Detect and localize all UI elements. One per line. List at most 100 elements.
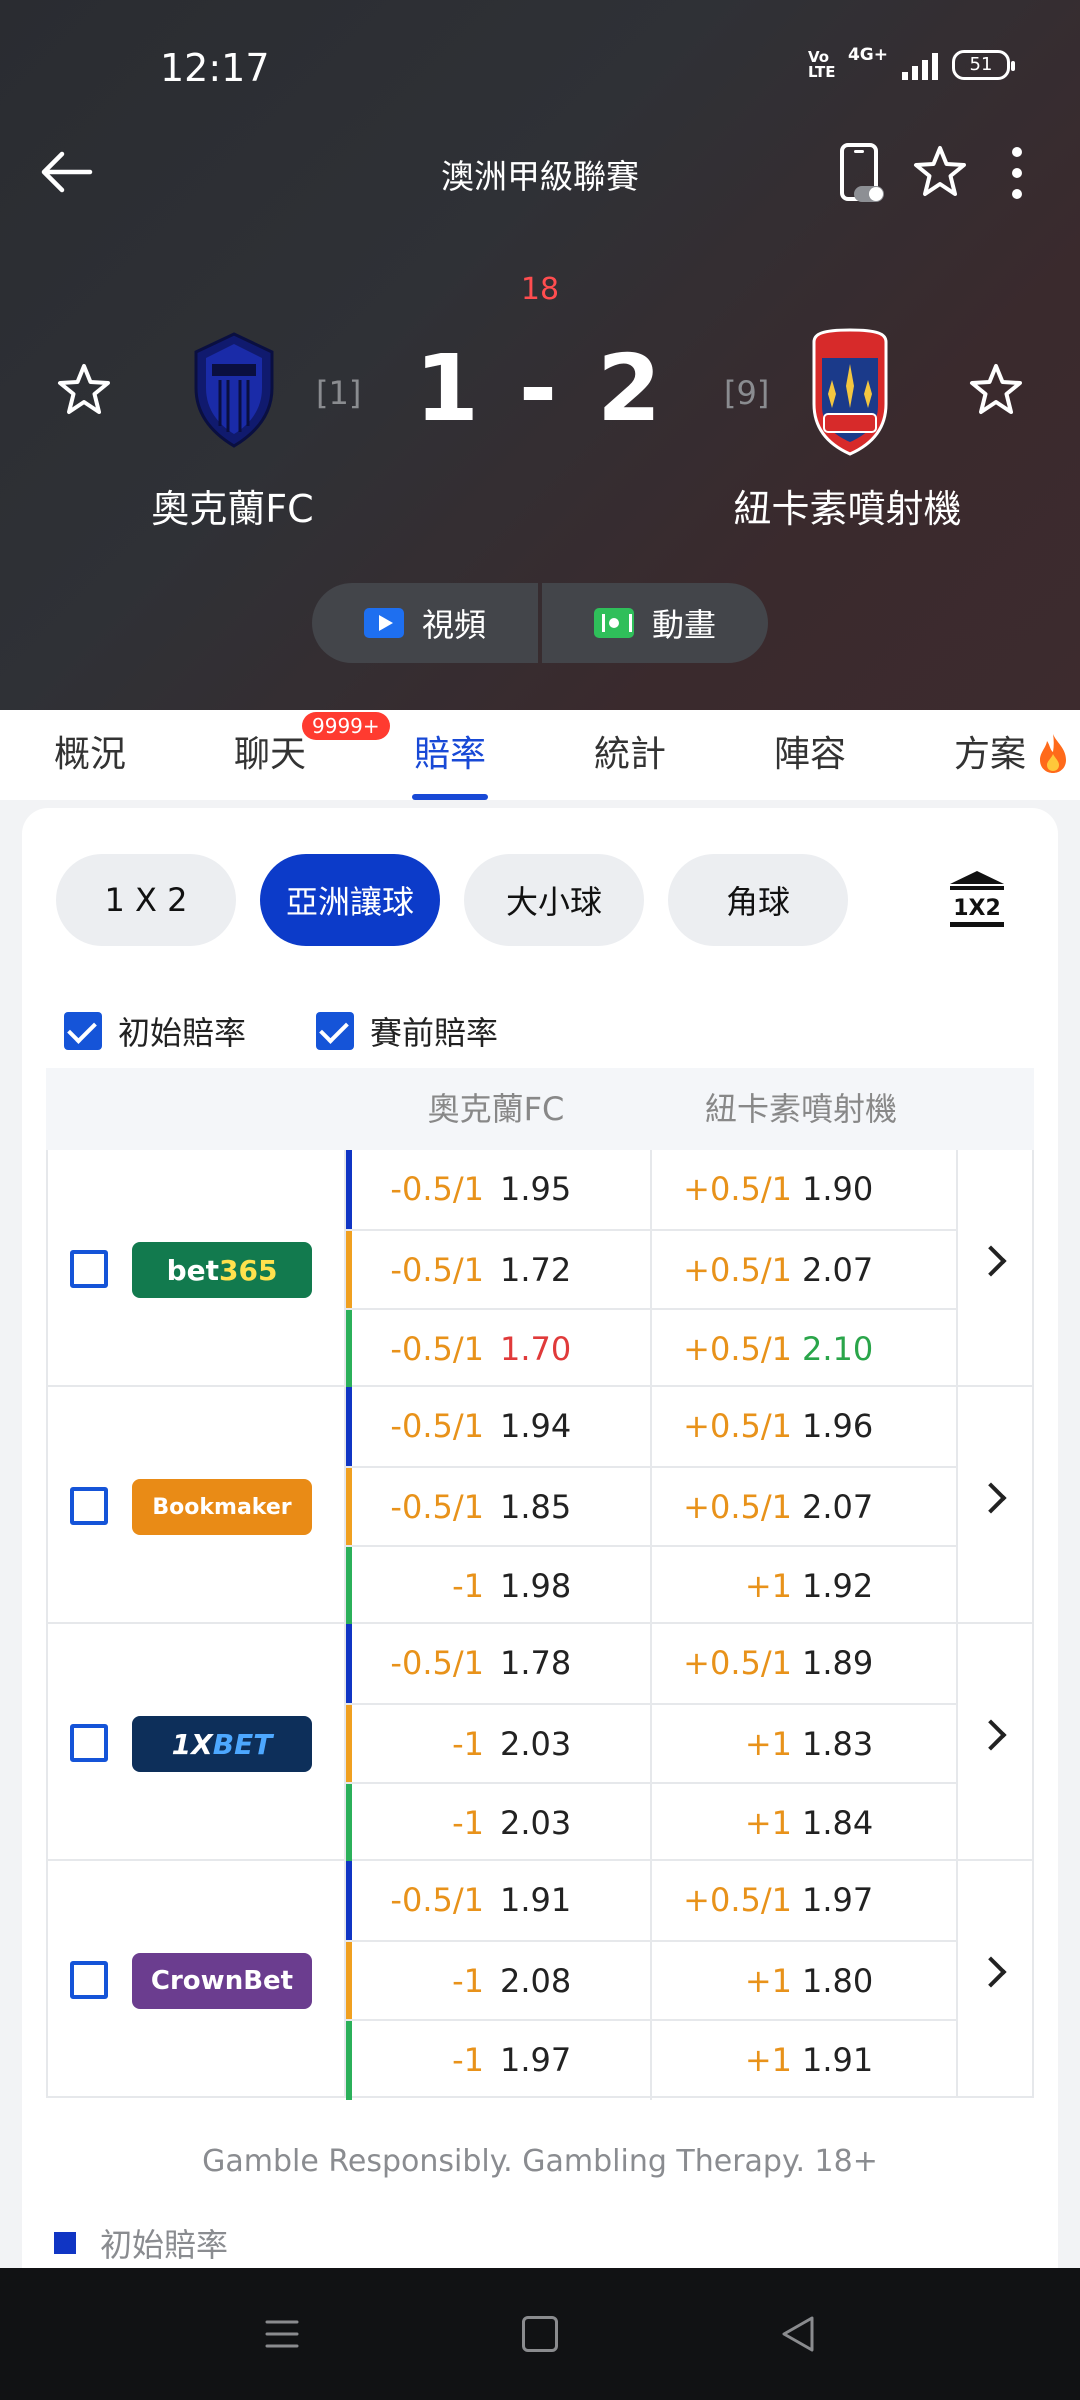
match-score: 1 - 2 [414,335,666,442]
home-odd: 2.03 [500,1804,572,1842]
bookmaker-info: CrownBet [46,1861,346,2098]
home-rank: [1] [316,374,362,412]
tab-stats[interactable]: 統計 [540,710,720,800]
opening-odds-label: 初始賠率 [118,1014,247,1052]
status-time: 12:17 [160,46,270,90]
away-handicap: +1 [744,2041,792,2079]
away-team-name[interactable]: 紐卡素噴射機 [675,478,1020,533]
odds-card: 1 X 2 亞洲讓球 大小球 角球 1X2 初始賠率 賽前賠率 奧克蘭FC 紐卡… [22,808,1058,2268]
recent-apps-icon[interactable] [264,2316,300,2352]
bet365-logo: bet 365 [132,1242,312,1298]
away-odd: 1.96 [802,1407,874,1445]
chevron-right-icon[interactable] [956,1387,1034,1624]
status-bar: 12:17 Vo LTE 4G+ 51 [0,0,1080,130]
odds-row-live: -1 2.03 +1 1.84 [346,1782,956,1863]
more-vertical-icon[interactable] [1002,146,1032,200]
prematch-odds-label: 賽前賠率 [370,1014,499,1052]
bookmaker-row-crownbet[interactable]: CrownBet -0.5/1 1.91 +0.5/1 1.97 -1 2.08 +1… [46,1861,1034,2100]
market-tab-over-under[interactable]: 大小球 [464,854,644,946]
star-icon[interactable] [912,144,968,200]
home-handicap: -1 [452,1804,484,1842]
market-tab-asian-handicap[interactable]: 亞洲讓球 [260,854,440,946]
odds-row-live: -0.5/1 1.70 +0.5/1 2.10 [346,1308,956,1389]
video-label: 視頻 [421,606,486,644]
away-handicap: +1 [744,1962,792,2000]
home-odd: 1.78 [500,1644,572,1682]
away-odd: 1.83 [802,1725,874,1763]
bookmaker-checkbox[interactable] [70,1724,108,1762]
battery-icon: 51 [952,50,1015,80]
network-type: 4G+ [847,45,888,65]
play-video-icon [363,608,404,638]
market-tab-1x2[interactable]: 1 X 2 [56,854,236,946]
header-home-team: 奧克蘭FC [427,1090,565,1128]
home-odd: 2.03 [500,1725,572,1763]
away-odd: 1.91 [802,2041,874,2079]
bookmaker-checkbox[interactable] [70,1250,108,1288]
away-odd: 1.90 [802,1170,874,1208]
home-handicap: -0.5/1 [390,1488,484,1526]
home-team-crest-icon[interactable] [186,330,282,450]
odds-row-opening: -0.5/1 1.91 +0.5/1 1.97 [346,1861,956,1940]
legend-opening-label: 初始賠率 [100,2226,229,2264]
status-icons: Vo LTE 4G+ 51 [807,45,1015,81]
odds-row-live: -1 1.97 +1 1.91 [346,2019,956,2100]
favorite-away-star-icon[interactable] [968,362,1024,418]
bookmaker-row-1xbet[interactable]: 1X BET -0.5/1 1.78 +0.5/1 1.89 -1 2.03 +1 1.8… [46,1624,1034,1863]
odds-row-opening: -0.5/1 1.94 +0.5/1 1.96 [346,1387,956,1466]
away-odd: 1.84 [802,1804,874,1842]
home-handicap: -0.5/1 [390,1170,484,1208]
prematch-odds-checkbox[interactable]: 賽前賠率 [316,1008,498,1054]
away-handicap: +1 [744,1804,792,1842]
opening-odds-checkbox[interactable]: 初始賠率 [64,1008,246,1054]
top-nav: 澳洲甲級聯賽 [0,130,1080,210]
bookmaker-checkbox[interactable] [70,1487,108,1525]
svg-text:1X2: 1X2 [953,896,1001,921]
checkbox-checked-icon [64,1012,102,1050]
bank-1x2-icon[interactable]: 1X2 [946,868,1008,930]
odds-row-opening: -0.5/1 1.95 +0.5/1 1.90 [346,1150,956,1229]
home-odd: 1.70 [500,1330,572,1368]
chevron-right-icon[interactable] [956,1150,1034,1387]
away-odd: 1.92 [802,1567,874,1605]
home-handicap: -0.5/1 [390,1251,484,1289]
home-odd: 1.98 [500,1567,572,1605]
video-button[interactable]: 視頻 [312,583,538,663]
away-handicap: +0.5/1 [683,1488,792,1526]
home-handicap: -1 [452,1725,484,1763]
system-navigation-bar [0,2268,1080,2400]
bookmaker-row-bet365[interactable]: bet 365 -0.5/1 1.95 +0.5/1 1.90 -0.5/1 1.72 … [46,1150,1034,1389]
market-tab-corners[interactable]: 角球 [668,854,848,946]
home-icon[interactable] [522,2316,558,2352]
header-away-team: 紐卡素噴射機 [704,1090,897,1128]
away-odd: 2.10 [802,1330,874,1368]
home-handicap: -0.5/1 [390,1881,484,1919]
gamble-responsibly-notice[interactable]: Gamble Responsibly. Gambling Therapy. 18… [22,2144,1058,2179]
chevron-right-icon[interactable] [956,1861,1034,2098]
odds-row-prematch: -0.5/1 1.72 +0.5/1 2.07 [346,1229,956,1310]
match-tabs: 概況 聊天 賠率 統計 陣容 方案 [0,710,1080,800]
away-team-crest-icon[interactable] [802,328,898,456]
bookmaker-row-bookmaker[interactable]: Bookmaker -0.5/1 1.94 +0.5/1 1.96 -0.5/1 1.… [46,1387,1034,1626]
odds-table-header: 奧克蘭FC 紐卡素噴射機 [46,1068,1034,1150]
back-triangle-icon[interactable] [778,2314,818,2354]
phone-toggle-icon[interactable] [838,142,886,204]
home-team-name[interactable]: 奧克蘭FC [60,478,405,533]
bookmaker-checkbox[interactable] [70,1961,108,1999]
chevron-right-icon[interactable] [956,1624,1034,1861]
odds-row-prematch: -1 2.03 +1 1.83 [346,1703,956,1784]
away-handicap: +0.5/1 [683,1330,792,1368]
home-odd: 1.85 [500,1488,572,1526]
away-handicap: +0.5/1 [683,1407,792,1445]
away-handicap: +1 [744,1567,792,1605]
tab-lineup[interactable]: 陣容 [720,710,900,800]
away-odd: 1.89 [802,1644,874,1682]
animation-button[interactable]: 動畫 [542,583,768,663]
tab-overview[interactable]: 概況 [0,710,180,800]
odds-table: 奧克蘭FC 紐卡素噴射機 bet 365 -0.5/1 1.95 +0.5/1 1.9… [46,1068,1034,2100]
bookmaker-info: Bookmaker [46,1387,346,1624]
odds-row-prematch: -0.5/1 1.85 +0.5/1 2.07 [346,1466,956,1547]
volte-icon: Vo LTE [807,48,836,81]
favorite-home-star-icon[interactable] [56,362,112,418]
away-odd: 2.07 [802,1251,874,1289]
